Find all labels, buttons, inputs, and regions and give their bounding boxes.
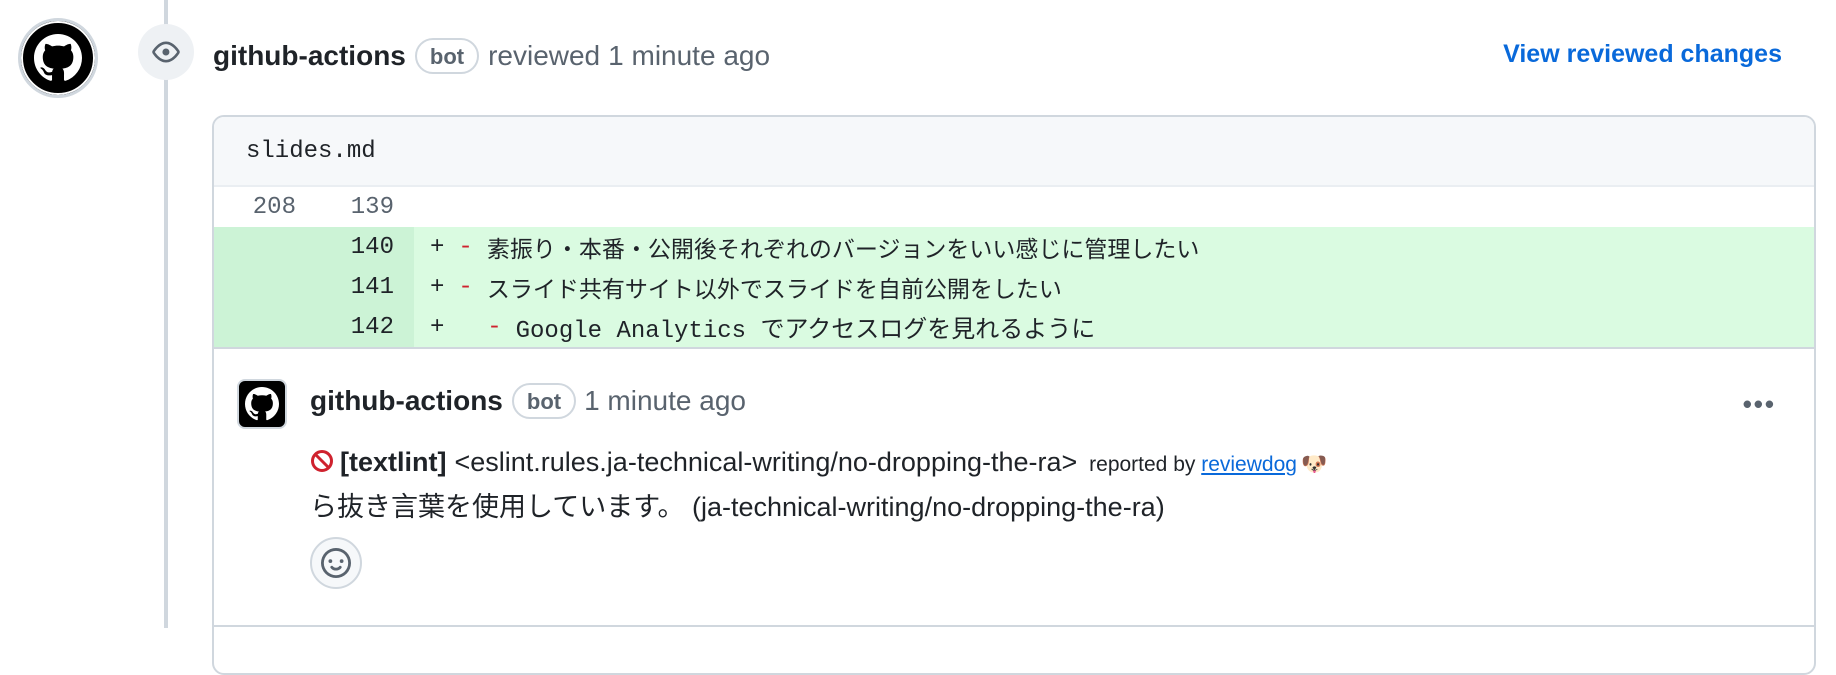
timeline-line [164,0,168,628]
review-comment: github-actions bot 1 minute ago ••• [tex… [214,347,1814,649]
diff-text: 素振り・本番・公開後それぞれのバージョンをいい感じに管理したい [486,237,1200,263]
diff-text: スライド共有サイト以外でスライドを自前公開をしたい [486,277,1062,303]
diff-code: + - 素振り・本番・公開後それぞれのバージョンをいい感じに管理したい [414,227,1814,267]
view-reviewed-changes-link[interactable]: View reviewed changes [1503,40,1782,69]
diff-code [414,187,1814,227]
diff-text: Google Analytics でアクセスログを見れるように [515,318,1096,345]
comment-message: ら抜き言葉を使用しています。 (ja-technical-writing/no-… [310,492,1165,522]
new-line-number[interactable]: 140 [296,234,394,261]
diff-line: 141 + - スライド共有サイト以外でスライドを自前公開をしたい [214,267,1814,307]
review-action: reviewed [488,40,601,71]
list-dash: - [458,233,473,261]
old-line-number[interactable]: 208 [214,194,296,221]
file-header: slides.md [214,117,1814,185]
diff-marker: + [430,313,445,341]
comment-avatar[interactable] [237,379,287,429]
new-line-number[interactable]: 142 [296,314,394,341]
rule-name: <eslint.rules.ja-technical-writing/no-dr… [454,447,1078,477]
reviewdog-link[interactable]: reviewdog [1201,453,1297,476]
list-dash: - [458,313,502,341]
kebab-horizontal-icon[interactable]: ••• [1743,389,1776,420]
bot-label: bot [414,38,480,74]
github-octocat-icon [245,387,279,421]
diff-marker: + [430,233,445,261]
comment-header: github-actions bot 1 minute ago [310,383,746,419]
github-octocat-icon [34,34,82,81]
bot-label: bot [511,383,577,419]
reported-by: reported by reviewdog [1089,453,1297,476]
comment-time[interactable]: 1 minute ago [584,385,746,417]
diff-code: + - スライド共有サイト以外でスライドを自前公開をしたい [414,267,1814,307]
new-line-number[interactable]: 139 [296,194,394,221]
file-name[interactable]: slides.md [246,138,376,165]
dog-emoji: 🐶 [1300,453,1328,476]
new-line-number[interactable]: 141 [296,274,394,301]
smiley-icon [321,548,351,578]
reviewer-avatar[interactable] [18,18,98,98]
review-time[interactable]: 1 minute ago [608,40,770,72]
comment-line-1: [textlint] <eslint.rules.ja-technical-wri… [310,441,1774,486]
comment-divider [214,625,1814,627]
add-reaction-button[interactable] [310,537,362,589]
review-author[interactable]: github-actions [213,40,406,72]
prohibited-icon [310,443,334,485]
list-dash: - [458,273,473,301]
diff-hunk: 208 139 140 + - 素振り・本番・公開後それぞれのバージョンをいい感じに… [214,185,1814,347]
diff-line: 140 + - 素振り・本番・公開後それぞれのバージョンをいい感じに管理したい [214,227,1814,267]
diff-marker: + [430,273,445,301]
review-thread-card: slides.md 208 139 140 + - 素振り・本番・公開後それぞれのバ… [212,115,1816,675]
textlint-tag: [textlint] [340,447,447,477]
eye-badge [138,24,194,80]
eye-icon [152,41,180,63]
diff-line: 142 + - Google Analytics でアクセスログを見れるように [214,307,1814,347]
diff-line: 208 139 [214,187,1814,227]
comment-author[interactable]: github-actions [310,385,503,417]
comment-body: [textlint] <eslint.rules.ja-technical-wri… [310,441,1774,528]
diff-code: + - Google Analytics でアクセスログを見れるように [414,307,1814,347]
